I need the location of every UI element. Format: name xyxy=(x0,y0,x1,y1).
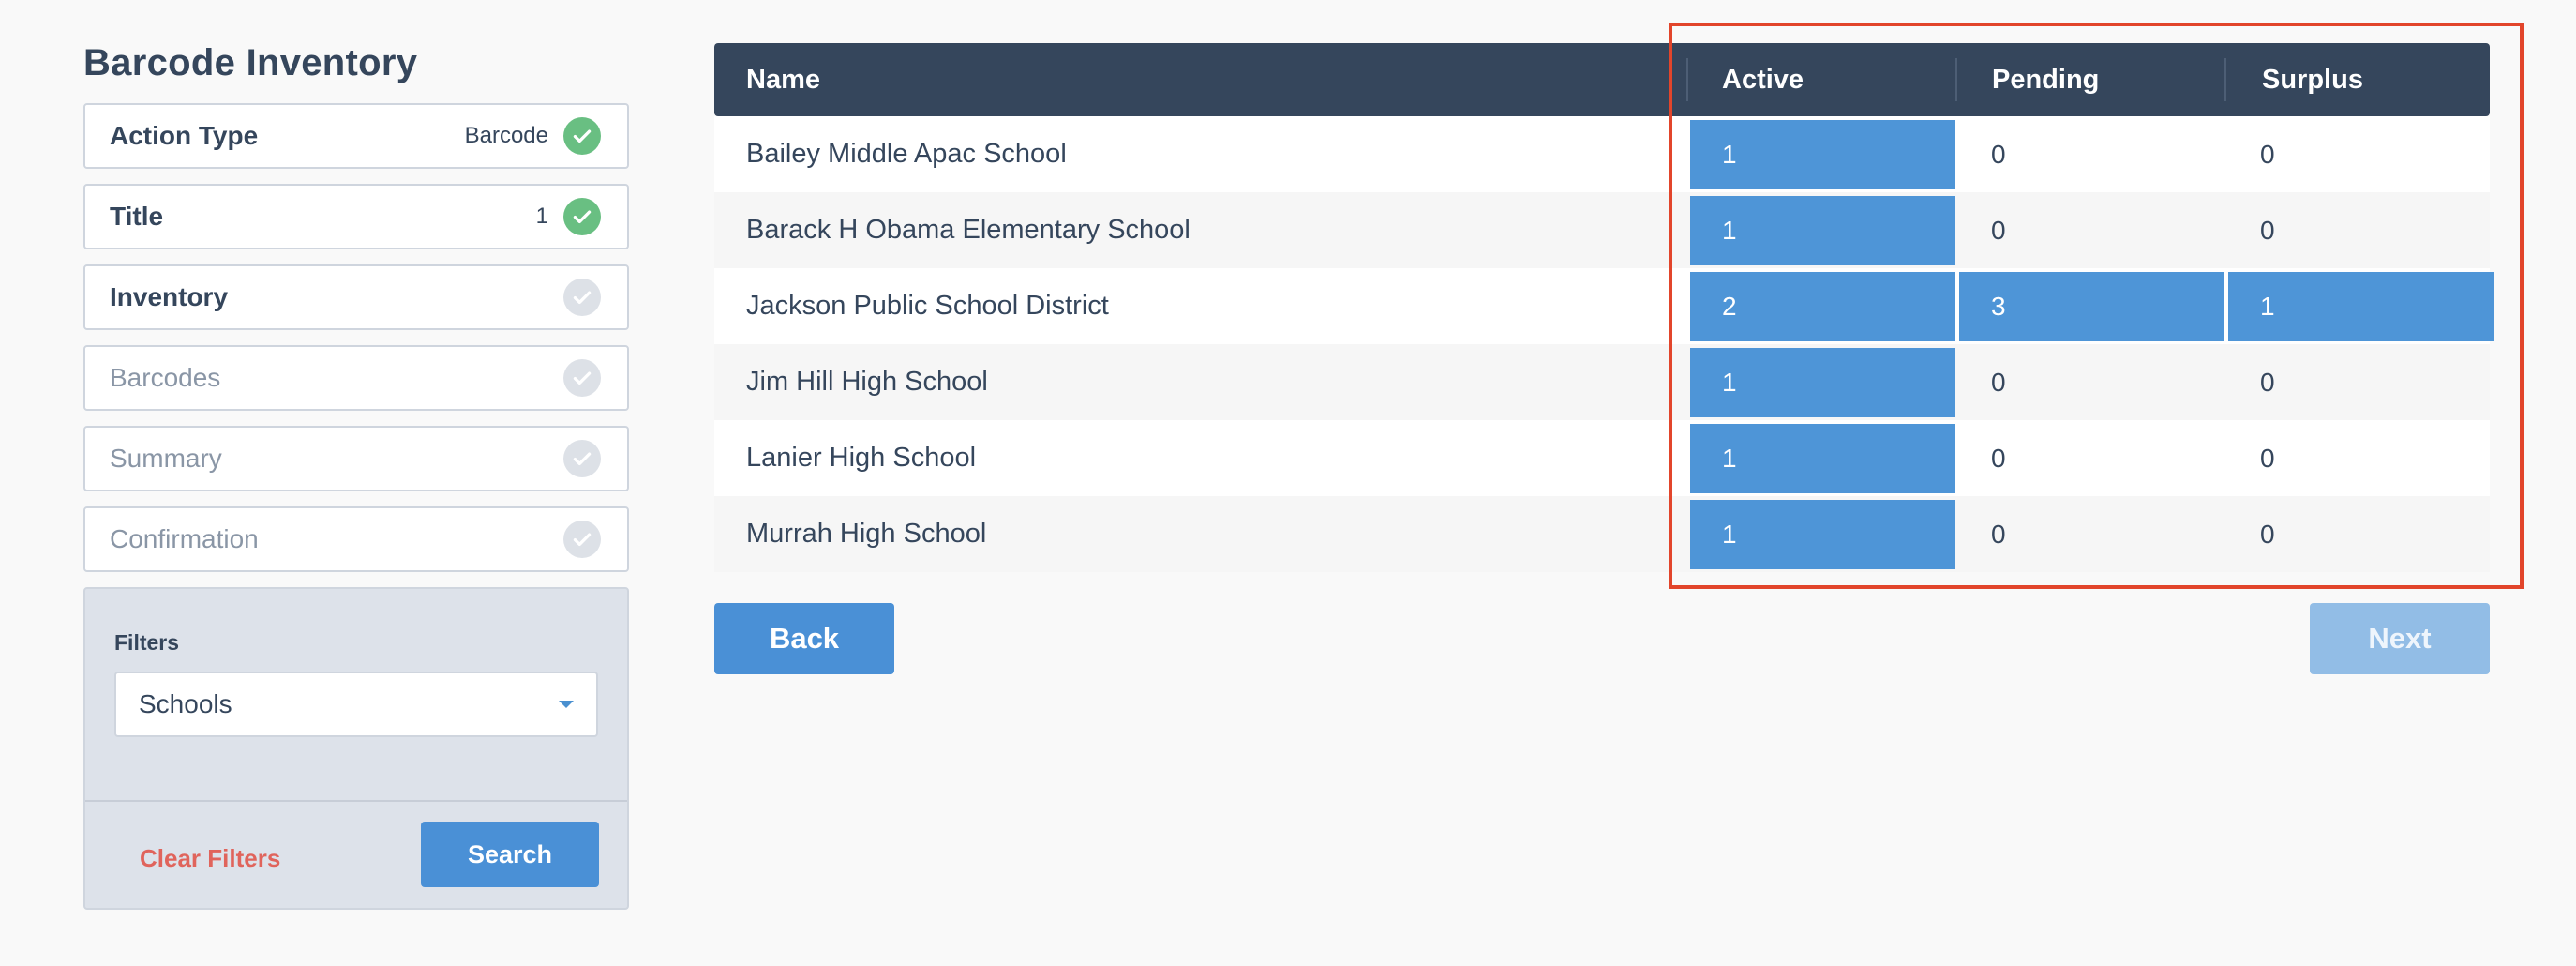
cell-active: 1 xyxy=(1690,196,1955,265)
step-label: Action Type xyxy=(110,121,259,150)
step-confirmation[interactable]: Confirmation xyxy=(83,506,629,572)
step-value: Barcode xyxy=(464,123,548,148)
step-action-type[interactable]: Action Type Barcode xyxy=(83,103,629,169)
step-barcodes[interactable]: Barcodes xyxy=(83,345,629,411)
column-divider xyxy=(1686,58,1688,101)
column-divider xyxy=(2224,58,2226,101)
filter-select-value: Schools xyxy=(139,689,232,718)
back-button[interactable]: Back xyxy=(714,603,894,674)
check-circle-icon xyxy=(563,198,601,235)
cell-surplus: 0 xyxy=(2260,368,2275,397)
cell-pending: 0 xyxy=(1991,520,2006,549)
page-title: Barcode Inventory xyxy=(83,42,418,83)
table-row[interactable]: Barack H Obama Elementary School 1 0 0 xyxy=(714,192,2490,268)
cell-surplus: 0 xyxy=(2260,140,2275,169)
check-circle-icon xyxy=(563,117,601,155)
step-title[interactable]: Title 1 xyxy=(83,184,629,249)
cell-name: Murrah High School xyxy=(746,519,987,549)
step-inventory[interactable]: Inventory xyxy=(83,264,629,330)
cell-active: 2 xyxy=(1690,272,1955,341)
cell-pending: 3 xyxy=(1959,272,2224,341)
table-row[interactable]: Bailey Middle Apac School 1 0 0 xyxy=(714,116,2490,192)
cell-surplus: 0 xyxy=(2260,520,2275,549)
filter-panel: Filters Schools Clear Filters Search xyxy=(83,587,629,910)
cell-surplus: 0 xyxy=(2260,444,2275,473)
step-label: Confirmation xyxy=(110,524,259,553)
clear-filters-link[interactable]: Clear Filters xyxy=(140,844,280,873)
inventory-table: Name Active Pending Surplus Bailey Middl… xyxy=(714,43,2494,572)
cell-name: Barack H Obama Elementary School xyxy=(746,215,1191,245)
column-divider xyxy=(1955,58,1957,101)
step-label: Summary xyxy=(110,444,222,473)
cell-name: Bailey Middle Apac School xyxy=(746,139,1067,169)
column-header-pending[interactable]: Pending xyxy=(1992,43,2099,116)
check-circle-icon xyxy=(563,440,601,477)
next-button[interactable]: Next xyxy=(2310,603,2490,674)
step-label: Barcodes xyxy=(110,363,221,392)
cell-active: 1 xyxy=(1690,424,1955,493)
cell-active: 1 xyxy=(1690,348,1955,417)
cell-pending: 0 xyxy=(1991,216,2006,245)
cell-name: Jim Hill High School xyxy=(746,367,988,397)
table-row[interactable]: Jim Hill High School 1 0 0 xyxy=(714,344,2490,420)
table-row[interactable]: Murrah High School 1 0 0 xyxy=(714,496,2490,572)
table-header: Name Active Pending Surplus xyxy=(714,43,2490,116)
check-circle-icon xyxy=(563,521,601,558)
search-button[interactable]: Search xyxy=(421,822,599,887)
cell-surplus: 0 xyxy=(2260,216,2275,245)
step-summary[interactable]: Summary xyxy=(83,426,629,491)
column-header-active[interactable]: Active xyxy=(1722,43,1804,116)
table-row[interactable]: Lanier High School 1 0 0 xyxy=(714,420,2490,496)
cell-active: 1 xyxy=(1690,120,1955,189)
check-circle-icon xyxy=(563,359,601,397)
cell-active: 1 xyxy=(1690,500,1955,569)
wizard-sidebar: Barcode Inventory Action Type Barcode Ti… xyxy=(83,39,629,910)
filters-label: Filters xyxy=(114,630,180,655)
cell-name: Jackson Public School District xyxy=(746,291,1109,321)
step-label: Title xyxy=(110,202,164,231)
cell-name: Lanier High School xyxy=(746,443,977,473)
caret-down-icon xyxy=(559,701,574,708)
cell-pending: 0 xyxy=(1991,140,2006,169)
column-header-name[interactable]: Name xyxy=(746,43,820,116)
cell-surplus: 1 xyxy=(2228,272,2494,341)
step-label: Inventory xyxy=(110,282,229,311)
table-row[interactable]: Jackson Public School District 2 3 1 xyxy=(714,268,2494,344)
check-circle-icon xyxy=(563,279,601,316)
cell-pending: 0 xyxy=(1991,368,2006,397)
step-value: 1 xyxy=(535,204,548,229)
cell-pending: 0 xyxy=(1991,444,2006,473)
filter-select[interactable]: Schools xyxy=(114,672,598,737)
divider xyxy=(85,800,627,802)
column-header-surplus[interactable]: Surplus xyxy=(2262,43,2363,116)
